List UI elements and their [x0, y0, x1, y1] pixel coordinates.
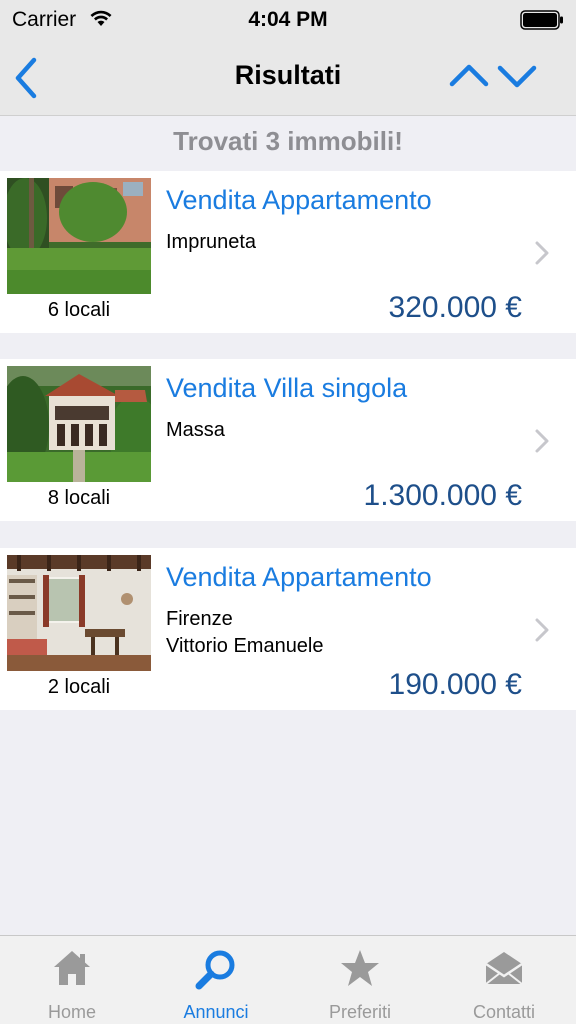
home-icon: [51, 948, 93, 993]
status-time: 4:04 PM: [248, 8, 328, 31]
tab-contatti[interactable]: Contatti: [432, 936, 576, 1024]
listing-photo: [7, 555, 151, 671]
listing-street: Vittorio Emanuele: [166, 635, 324, 657]
tab-label: Home: [47, 1002, 96, 1022]
listing-city: Massa: [166, 419, 225, 441]
listing-rooms: 8 locali: [47, 487, 111, 509]
listing-item[interactable]: 8 locali Vendita Villa singola Massa 1.3…: [0, 359, 576, 521]
listing-item[interactable]: 6 locali Vendita Appartamento Impruneta …: [0, 171, 576, 333]
listing-rooms: 2 locali: [47, 676, 111, 698]
battery-icon: [520, 10, 564, 35]
search-icon: [194, 948, 238, 995]
tab-annunci[interactable]: Annunci: [144, 936, 288, 1024]
star-icon: [339, 948, 381, 993]
listing-price: 320.000 €: [388, 291, 522, 324]
listing-photo: [7, 366, 151, 482]
listing-title: Vendita Appartamento: [166, 185, 432, 215]
next-button[interactable]: [496, 58, 538, 94]
nav-bar: Risultati: [0, 40, 576, 116]
chevron-right-icon: [535, 618, 549, 642]
listing-title: Vendita Appartamento: [166, 562, 432, 592]
listing-title: Vendita Villa singola: [166, 373, 408, 403]
chevron-down-icon: [497, 65, 537, 88]
listing-city: Firenze: [166, 608, 233, 630]
tab-label: Contatti: [472, 1002, 536, 1022]
listing-rooms: 6 locali: [47, 299, 111, 321]
chevron-right-icon: [535, 429, 549, 453]
listing-item[interactable]: 2 locali Vendita Appartamento Firenze Vi…: [0, 548, 576, 710]
listing-price: 190.000 €: [388, 668, 522, 701]
envelope-icon: [482, 948, 526, 993]
listing-city: Impruneta: [166, 231, 257, 253]
tab-preferiti[interactable]: Preferiti: [288, 936, 432, 1024]
tab-label: Preferiti: [328, 1002, 391, 1022]
chevron-right-icon: [535, 241, 549, 265]
chevron-up-icon: [449, 64, 489, 87]
results-count: Trovati 3 immobili!: [173, 126, 403, 156]
listing-photo: [7, 178, 151, 294]
previous-button[interactable]: [448, 58, 490, 94]
tab-label: Annunci: [183, 1002, 249, 1022]
listing-price: 1.300.000 €: [363, 479, 522, 512]
status-bar: Carrier 4:04 PM: [0, 0, 576, 40]
tab-bar: Home Annunci Preferiti Contatti: [0, 935, 576, 1024]
tab-home[interactable]: Home: [0, 936, 144, 1024]
